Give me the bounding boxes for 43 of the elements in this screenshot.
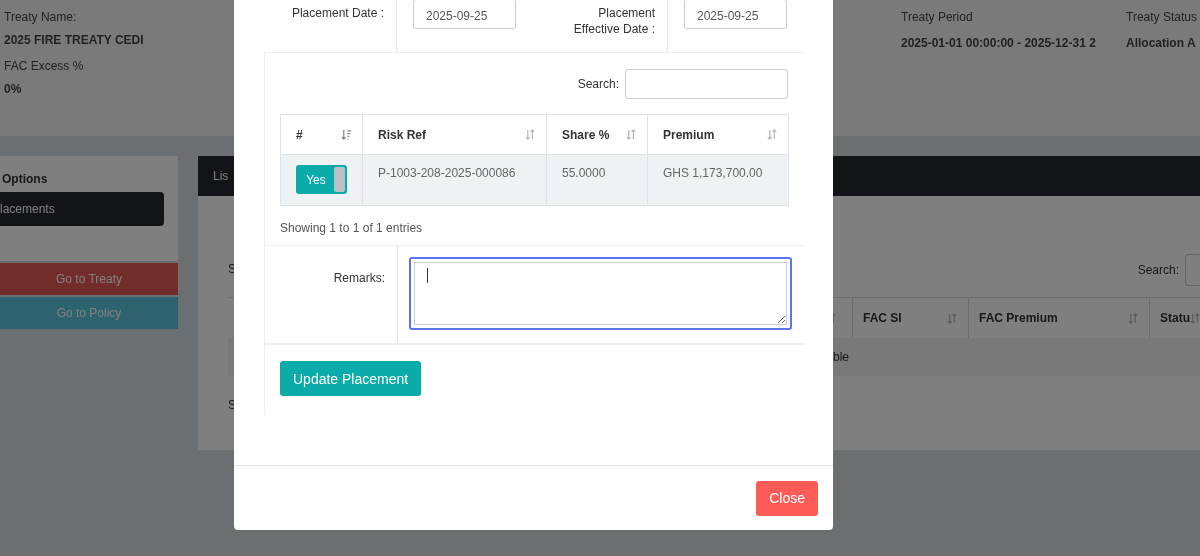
field-label: Treaty Status (1126, 10, 1197, 26)
search-field[interactable] (625, 69, 788, 99)
date-field[interactable]: 2025-09-25 (413, 0, 516, 29)
close-button[interactable]: Close (756, 480, 818, 516)
remarks-field[interactable] (409, 257, 792, 330)
column-header[interactable]: Risk Ref (362, 114, 547, 155)
sort-icon[interactable] (525, 129, 536, 140)
date-field[interactable]: 2025-09-25 (684, 0, 787, 29)
sort-icon[interactable] (1190, 312, 1200, 324)
field-label: Remarks: (333, 271, 385, 285)
table-cell: 55.0000 (546, 154, 648, 206)
table-cell: GHS 1,173,700.00 (647, 154, 789, 206)
link-button[interactable]: Go to Treaty (0, 263, 178, 295)
table-cell: P-1003-208-2025-000086 (362, 154, 547, 206)
sort-icon[interactable] (1128, 312, 1139, 324)
empty-message: ble (833, 350, 849, 364)
field-value: 0% (4, 81, 22, 98)
field-label: Treaty Period (901, 10, 973, 26)
table-info: Showing 1 to 1 of 1 entries (280, 221, 424, 235)
field-label: FAC Excess % (4, 59, 84, 75)
sort-icon[interactable] (341, 129, 352, 140)
card-title: Options (1, 172, 49, 188)
column-header[interactable]: FAC Premium (979, 311, 1058, 325)
column-header[interactable]: Statu (1160, 311, 1190, 325)
field-label: Placement Effective Date : (573, 6, 655, 36)
toggle-switch[interactable]: Yes (296, 165, 347, 194)
sort-icon[interactable] (626, 129, 637, 140)
column-header[interactable]: Share % (546, 114, 648, 155)
update-button[interactable]: Update Placement (280, 361, 422, 396)
column-header[interactable]: # (280, 114, 363, 155)
field-value: 2025 FIRE TREATY CEDI (4, 32, 144, 49)
field-value: Allocation A (1126, 35, 1196, 52)
sort-icon[interactable] (767, 129, 778, 140)
search-label: Search: (1137, 263, 1179, 277)
field-value: 2025-01-01 00:00:00 - 2025-12-31 2 (901, 35, 1096, 52)
sidebar-item[interactable]: lacements (0, 192, 164, 226)
column-header[interactable]: FAC SI (863, 311, 902, 325)
search-label: Search: (577, 77, 619, 91)
search-field[interactable] (1185, 254, 1200, 286)
field-label: Placement Date : (291, 6, 384, 20)
field-label: Treaty Name: (4, 10, 77, 26)
sort-icon[interactable] (947, 312, 958, 324)
column-header[interactable]: Premium (647, 114, 789, 155)
